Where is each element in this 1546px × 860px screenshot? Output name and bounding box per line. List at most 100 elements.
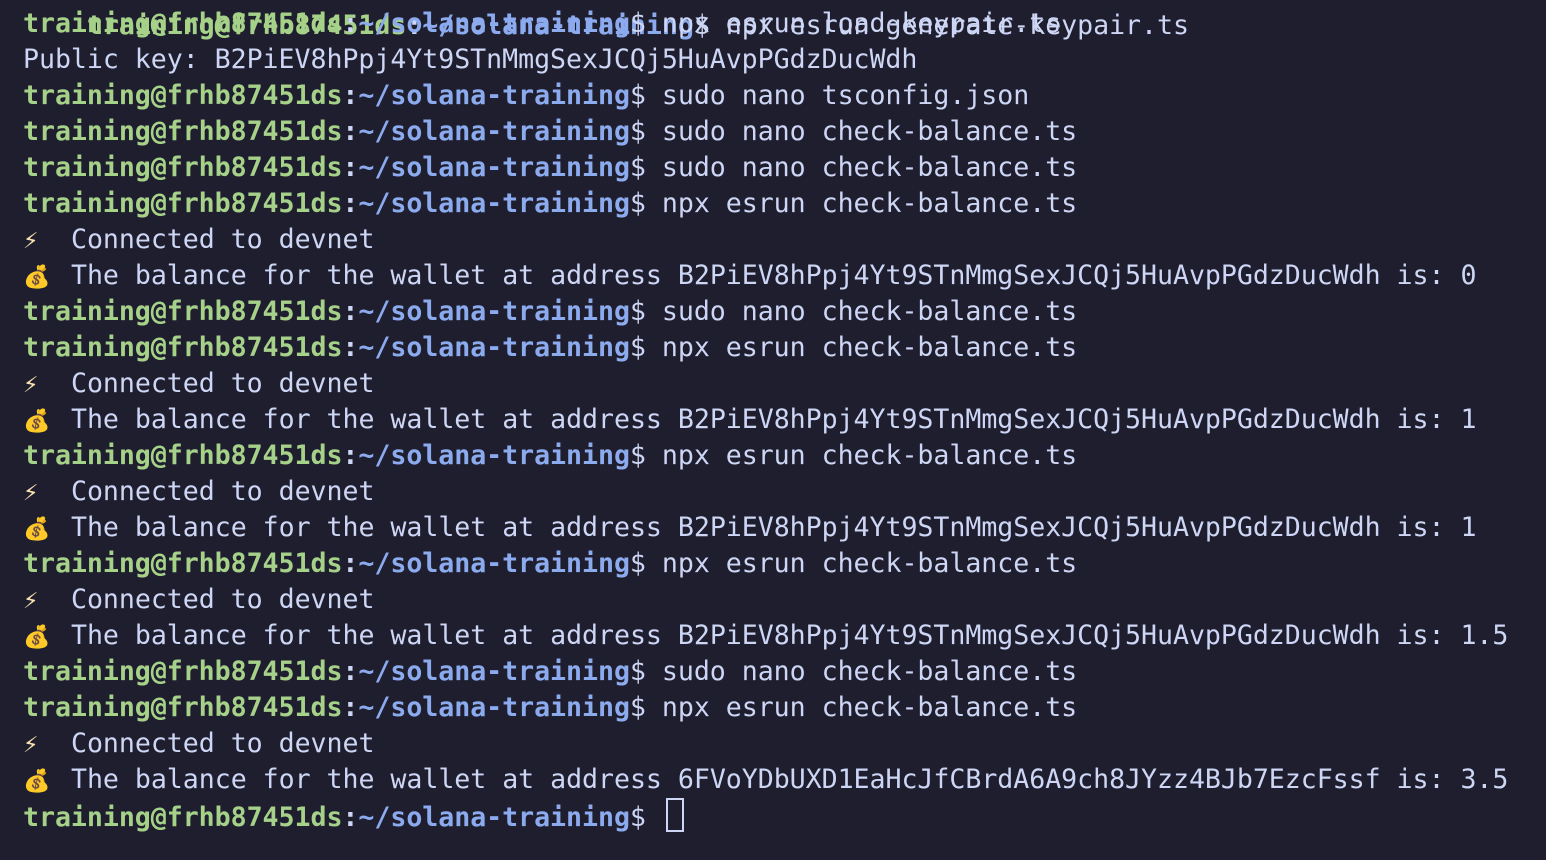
prompt-path: ~/solana-training	[358, 80, 630, 111]
command-text: sudo nano check-balance.ts	[661, 152, 1078, 183]
bolt-icon: ⚡	[23, 733, 39, 758]
command-line: training@frhb87451ds:~/solana-training$ …	[23, 546, 1508, 582]
output-line: ⚡ Connected to devnet	[23, 474, 1508, 510]
command-text: sudo nano check-balance.ts	[661, 296, 1078, 327]
output-text: Connected to devnet	[70, 368, 375, 399]
prompt-dollar: $	[629, 692, 646, 723]
active-prompt-line: training@frhb87451ds:~/solana-training$	[23, 798, 1508, 834]
output-line: ⚡ Connected to devnet	[23, 222, 1508, 258]
prompt-path: ~/solana-training	[358, 8, 630, 39]
command-text: sudo nano check-balance.ts	[661, 656, 1078, 687]
prompt-user-host: training@frhb87451ds	[23, 802, 343, 833]
output-text: Connected to devnet	[70, 224, 375, 255]
prompt-path: ~/solana-training	[358, 152, 630, 183]
command-text: npx esrun check-balance.ts	[661, 548, 1078, 579]
output-text: Connected to devnet	[70, 728, 375, 759]
command-line: training@frhb87451ds:~/solana-training$ …	[23, 186, 1508, 222]
bolt-icon: ⚡	[23, 373, 39, 398]
output-text: The balance for the wallet at address B2…	[70, 620, 1509, 651]
output-line: 💰 The balance for the wallet at address …	[23, 618, 1508, 654]
prompt-separator: :	[342, 80, 359, 111]
prompt-path: ~/solana-training	[358, 656, 630, 687]
prompt-path: ~/solana-training	[358, 440, 630, 471]
output-line: ⚡ Connected to devnet	[23, 726, 1508, 762]
command-line: training@frhb87451ds:~/solana-training$ …	[23, 150, 1508, 186]
prompt-separator: :	[342, 656, 359, 687]
prompt-user-host: training@frhb87451ds	[23, 656, 343, 687]
money-bag-icon: 💰	[23, 409, 51, 434]
prompt-separator: :	[342, 116, 359, 147]
prompt-path: ~/solana-training	[358, 116, 630, 147]
prompt-dollar: $	[629, 188, 646, 219]
command-text: sudo nano check-balance.ts	[661, 116, 1078, 147]
output-text: The balance for the wallet at address B2…	[70, 260, 1477, 291]
prompt-user-host: training@frhb87451ds	[23, 548, 343, 579]
command-line: training@frhb87451ds:~/solana-training$ …	[23, 690, 1508, 726]
money-bag-icon: 💰	[23, 625, 51, 650]
prompt-separator: :	[342, 548, 359, 579]
prompt-user-host: training@frhb87451ds	[23, 116, 343, 147]
prompt-dollar: $	[629, 548, 646, 579]
command-line: training@frhb87451ds:~/solana-training$ …	[23, 654, 1508, 690]
output-text: Connected to devnet	[70, 476, 375, 507]
output-line: 💰 The balance for the wallet at address …	[23, 402, 1508, 438]
prompt-path: ~/solana-training	[358, 188, 630, 219]
prompt-dollar: $	[629, 656, 646, 687]
command-text: npx esrun load-keypair.ts	[661, 8, 1062, 39]
command-line: training@frhb87451ds:~/solana-training$ …	[23, 294, 1508, 330]
prompt-user-host: training@frhb87451ds	[23, 332, 343, 363]
prompt-separator: :	[342, 692, 359, 723]
prompt-path: ~/solana-training	[358, 296, 630, 327]
prompt-separator: :	[342, 802, 359, 833]
command-line: training@frhb87451ds:~/solana-training$ …	[23, 6, 1508, 42]
prompt-dollar: $	[629, 8, 646, 39]
prompt-dollar: $	[629, 116, 646, 147]
prompt-path: ~/solana-training	[358, 332, 630, 363]
prompt-dollar: $	[629, 80, 646, 111]
output-line: Public key: B2PiEV8hPpj4Yt9STnMmgSexJCQj…	[23, 42, 1508, 78]
money-bag-icon: 💰	[23, 265, 51, 290]
prompt-separator: :	[342, 152, 359, 183]
prompt-separator: :	[342, 8, 359, 39]
prompt-dollar: $	[629, 152, 646, 183]
prompt-user-host: training@frhb87451ds	[23, 440, 343, 471]
output-line: 💰 The balance for the wallet at address …	[23, 258, 1508, 294]
command-text: sudo nano tsconfig.json	[661, 80, 1030, 111]
bolt-icon: ⚡	[23, 229, 39, 254]
prompt-dollar: $	[629, 440, 646, 471]
output-text: Public key: B2PiEV8hPpj4Yt9STnMmgSexJCQj…	[23, 44, 918, 75]
prompt-separator: :	[342, 332, 359, 363]
terminal-window[interactable]: training@frhb87451ds:~/solana-training$ …	[0, 0, 1546, 860]
prompt-user-host: training@frhb87451ds	[23, 296, 343, 327]
money-bag-icon: 💰	[23, 517, 51, 542]
command-line: training@frhb87451ds:~/solana-training$ …	[23, 330, 1508, 366]
prompt-separator: :	[342, 188, 359, 219]
output-text: Connected to devnet	[70, 584, 375, 615]
output-line: ⚡ Connected to devnet	[23, 582, 1508, 618]
terminal-output[interactable]: training@frhb87451ds:~/solana-training$ …	[23, 6, 1508, 834]
output-line: 💰 The balance for the wallet at address …	[23, 510, 1508, 546]
prompt-dollar: $	[629, 296, 646, 327]
output-text: The balance for the wallet at address B2…	[70, 404, 1477, 435]
prompt-separator: :	[342, 440, 359, 471]
prompt-path: ~/solana-training	[358, 802, 630, 833]
command-line: training@frhb87451ds:~/solana-training$ …	[23, 78, 1508, 114]
output-line: 💰 The balance for the wallet at address …	[23, 762, 1508, 798]
command-text: npx esrun check-balance.ts	[661, 440, 1078, 471]
command-text: npx esrun check-balance.ts	[661, 188, 1078, 219]
prompt-path: ~/solana-training	[358, 692, 630, 723]
prompt-separator: :	[342, 296, 359, 327]
command-text: npx esrun check-balance.ts	[661, 332, 1078, 363]
money-bag-icon: 💰	[23, 769, 51, 794]
prompt-dollar: $	[629, 802, 646, 833]
command-text: npx esrun check-balance.ts	[661, 692, 1078, 723]
command-line: training@frhb87451ds:~/solana-training$ …	[23, 438, 1508, 474]
output-text: The balance for the wallet at address 6F…	[70, 764, 1509, 795]
command-line: training@frhb87451ds:~/solana-training$ …	[23, 114, 1508, 150]
prompt-user-host: training@frhb87451ds	[23, 188, 343, 219]
text-cursor[interactable]	[665, 798, 684, 832]
prompt-user-host: training@frhb87451ds	[23, 80, 343, 111]
output-text: The balance for the wallet at address B2…	[70, 512, 1477, 543]
prompt-user-host: training@frhb87451ds	[23, 692, 343, 723]
bolt-icon: ⚡	[23, 589, 39, 614]
